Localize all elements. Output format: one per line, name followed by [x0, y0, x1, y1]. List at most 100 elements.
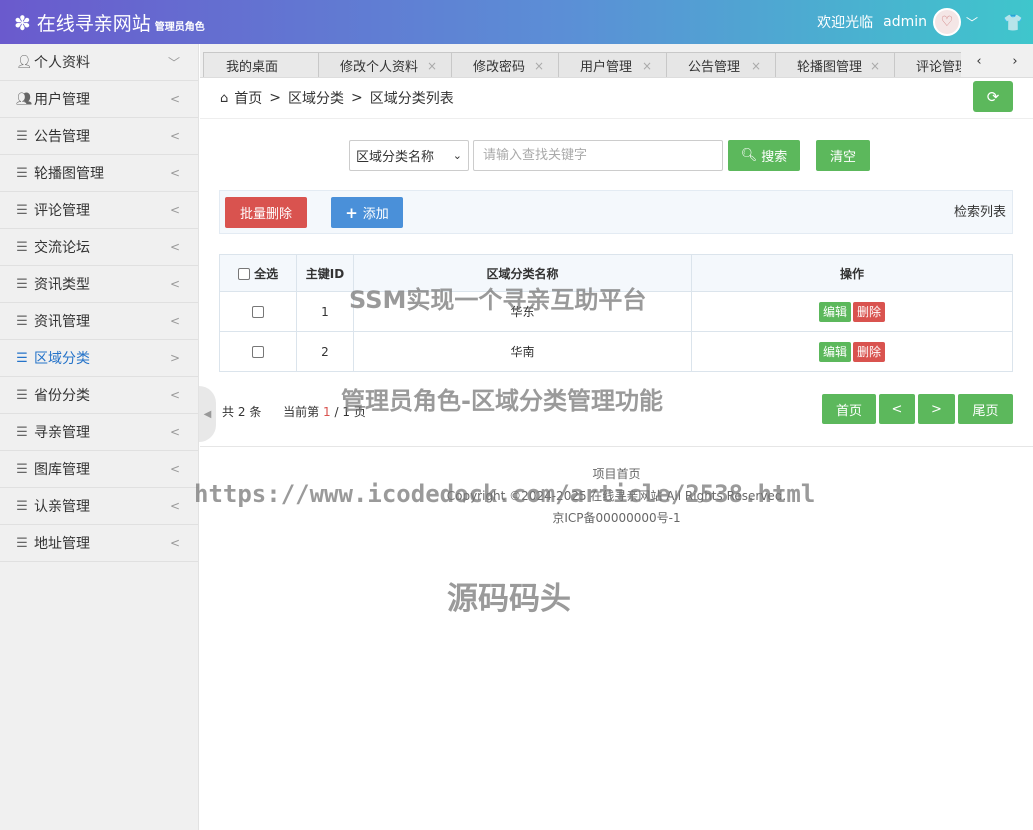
- row-select-cell[interactable]: [219, 331, 297, 372]
- tab-bar: 评论管理 轮播图管理 × 公告管理 × 用户管理 × 修改密码 × 修改个人资料 × 我的桌面 ‹ ›: [200, 44, 1033, 78]
- avatar[interactable]: ♡: [933, 8, 961, 36]
- chevron-icon: <: [169, 166, 180, 180]
- tab[interactable]: 用户管理 ×: [557, 52, 667, 77]
- site-logo[interactable]: ✽ 在线寻亲网站 管理员角色: [14, 9, 205, 36]
- tab[interactable]: 我的桌面: [203, 52, 319, 77]
- divider: [200, 446, 1033, 447]
- list-icon: ☰: [16, 498, 28, 514]
- select-all-label: 全选: [254, 266, 279, 281]
- delete-button[interactable]: 删除: [853, 341, 886, 362]
- search-button[interactable]: 🔍︎ 搜索: [728, 140, 800, 171]
- sidebar-item[interactable]: ☰ 交流论坛 <: [0, 229, 198, 266]
- tab-prev-icon[interactable]: ‹: [976, 54, 981, 69]
- close-icon[interactable]: ×: [870, 59, 880, 73]
- sidebar-item[interactable]: ☰ 图库管理 <: [0, 451, 198, 488]
- theme-shirt-icon[interactable]: 👕: [993, 13, 1033, 32]
- divider: [200, 118, 1033, 119]
- batch-delete-label: 批量删除: [239, 207, 292, 222]
- breadcrumb-level1[interactable]: 区域分类: [288, 88, 344, 108]
- site-title: 在线寻亲网站: [36, 13, 151, 35]
- chevron-icon: <: [169, 388, 180, 402]
- batch-delete-button[interactable]: 批量删除: [225, 197, 307, 228]
- sidebar-item-label: 地址管理: [34, 536, 90, 552]
- tab-label: 用户管理: [580, 60, 633, 75]
- select-all-checkbox[interactable]: [237, 268, 250, 280]
- plus-icon: +: [345, 203, 358, 222]
- next-page-label: >: [931, 401, 942, 417]
- list-icon: ☰: [16, 313, 28, 329]
- list-icon: ☰: [16, 202, 28, 218]
- tab[interactable]: 修改个人资料 ×: [317, 52, 452, 77]
- breadcrumb-home[interactable]: 首页: [234, 88, 262, 108]
- footer-icp[interactable]: 京ICP备00000000号-1: [200, 509, 1033, 526]
- row-id: 1: [296, 291, 354, 332]
- select-all-header[interactable]: 全选: [219, 254, 297, 292]
- chevron-down-icon: ⌄: [452, 149, 462, 162]
- flower-icon: ✽: [14, 11, 31, 35]
- sidebar-item[interactable]: ☰ 资讯类型 <: [0, 266, 198, 303]
- page-slash: /: [334, 405, 339, 419]
- chevron-down-icon[interactable]: ﹀: [963, 14, 981, 31]
- username[interactable]: admin: [883, 14, 927, 30]
- tab-label: 我的桌面: [226, 60, 279, 75]
- list-icon: ☰: [16, 128, 28, 144]
- sidebar-item[interactable]: ☰ 资讯管理 <: [0, 303, 198, 340]
- sidebar-item[interactable]: ☰ 省份分类 <: [0, 377, 198, 414]
- tab-nav: ‹ ›: [961, 44, 1033, 77]
- breadcrumb-level2: 区域分类列表: [369, 91, 454, 107]
- chevron-icon: <: [169, 203, 180, 217]
- top-header: ✽ 在线寻亲网站 管理员角色 欢迎光临 admin ♡ ﹀ 👕: [0, 0, 1033, 44]
- row-checkbox[interactable]: [252, 306, 264, 318]
- watermark-title: SSM实现一个寻亲互助平台: [349, 286, 647, 314]
- toolbar-title: 检索列表: [953, 205, 1006, 220]
- search-input[interactable]: [473, 140, 723, 171]
- watermark-url: https://www.icodedock.com/article/2538.h…: [194, 480, 816, 508]
- current-page: 1: [323, 405, 331, 419]
- add-button[interactable]: + 添加: [331, 197, 403, 228]
- sidebar-item[interactable]: ☰ 地址管理 <: [0, 525, 198, 562]
- first-page-label: 首页: [835, 403, 862, 419]
- sidebar-item[interactable]: ☰ 公告管理 <: [0, 118, 198, 155]
- clear-button[interactable]: 清空: [816, 140, 870, 171]
- ops-header: 操作: [691, 254, 1013, 292]
- delete-button[interactable]: 删除: [853, 301, 886, 322]
- total-prefix: 共: [222, 405, 235, 419]
- row-checkbox[interactable]: [252, 346, 264, 358]
- row-select-cell[interactable]: [219, 291, 297, 332]
- sidebar-item[interactable]: ☰ 区域分类 >: [0, 340, 198, 377]
- tab[interactable]: 轮播图管理 ×: [774, 52, 895, 77]
- last-page-button[interactable]: 尾页: [958, 394, 1013, 424]
- list-icon: ☰: [16, 350, 28, 366]
- sidebar-item[interactable]: 👥︎ 用户管理 <: [0, 81, 198, 118]
- list-icon: ☰: [16, 461, 28, 477]
- sidebar-item[interactable]: ☰ 评论管理 <: [0, 192, 198, 229]
- close-icon[interactable]: ×: [534, 59, 544, 73]
- sidebar-item[interactable]: 👤︎ 个人资料 ﹀: [0, 44, 198, 81]
- row-ops: 编辑 删除: [691, 291, 1013, 332]
- sidebar-item[interactable]: ☰ 轮播图管理 <: [0, 155, 198, 192]
- search-field-value: 区域分类名称: [356, 150, 435, 165]
- sidebar-item[interactable]: ☰ 寻亲管理 <: [0, 414, 198, 451]
- close-icon[interactable]: ×: [751, 59, 761, 73]
- edit-button[interactable]: 编辑: [818, 301, 851, 322]
- search-field-select[interactable]: 区域分类名称 ⌄: [349, 140, 469, 171]
- prev-page-button[interactable]: <: [879, 394, 915, 424]
- close-icon[interactable]: ×: [427, 59, 437, 73]
- refresh-button[interactable]: ⟳: [973, 81, 1013, 112]
- close-icon[interactable]: ×: [642, 59, 652, 73]
- tab[interactable]: 公告管理 ×: [665, 52, 776, 77]
- tab[interactable]: 修改密码 ×: [450, 52, 559, 77]
- last-page-label: 尾页: [972, 403, 999, 419]
- search-icon: 🔍︎: [740, 148, 758, 163]
- sidebar-item[interactable]: ☰ 认亲管理 <: [0, 488, 198, 525]
- breadcrumb-sep: >: [351, 90, 363, 106]
- sidebar: 👤︎ 个人资料 ﹀ 👥︎ 用户管理 < ☰ 公告管理 < ☰ 轮播图管理 < ☰ 评论管理 < ☰ 交流论坛 < ☰…: [0, 44, 199, 830]
- edit-button[interactable]: 编辑: [818, 341, 851, 362]
- sidebar-item-label: 交流论坛: [34, 240, 90, 256]
- tab-next-icon[interactable]: ›: [1012, 54, 1017, 69]
- next-page-button[interactable]: >: [918, 394, 955, 424]
- sidebar-collapse-handle[interactable]: ◀: [199, 386, 216, 442]
- total-suffix: 条: [249, 405, 262, 419]
- chevron-icon: <: [169, 277, 180, 291]
- first-page-button[interactable]: 首页: [822, 394, 876, 424]
